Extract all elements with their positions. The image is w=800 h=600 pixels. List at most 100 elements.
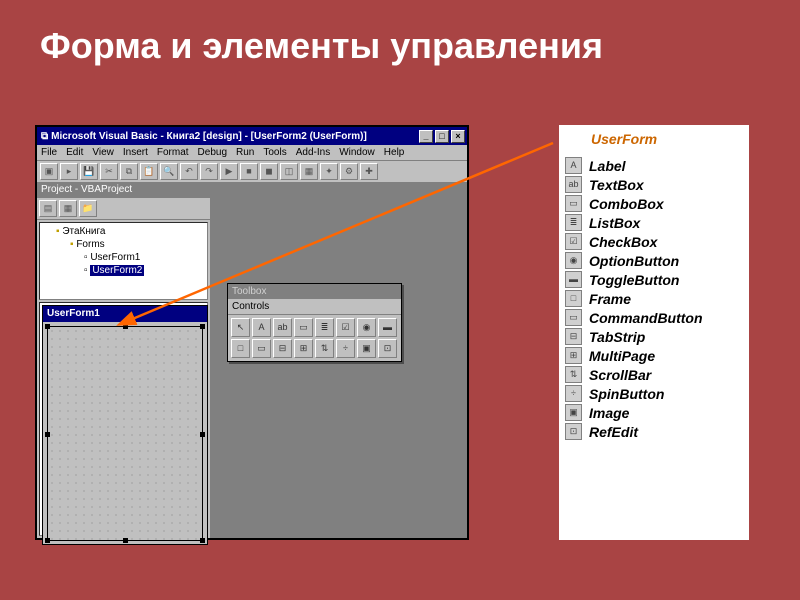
view-code-icon[interactable]: ▤ [39, 200, 57, 217]
commandbutton-icon: ▭ [565, 309, 582, 326]
toolbox-window[interactable]: Toolbox Controls ↖ A ab ▭ ≣ ☑ ◉ ▬ □ ▭ ⊟ [227, 283, 402, 362]
toolbox-optionbutton-icon[interactable]: ◉ [357, 318, 376, 337]
tool-copy-icon[interactable]: ⧉ [120, 163, 138, 180]
toolbox-textbox-icon[interactable]: ab [273, 318, 292, 337]
window-titlebar[interactable]: ⧉ Microsoft Visual Basic - Книга2 [desig… [37, 127, 467, 145]
toolbox-togglebutton-icon[interactable]: ▬ [378, 318, 397, 337]
toolbox-title[interactable]: Toolbox [228, 284, 401, 299]
control-row-textbox: abTextBox [565, 176, 741, 193]
control-label: TextBox [589, 177, 644, 193]
checkbox-icon: ☑ [565, 233, 582, 250]
project-tree: ЭтаКнига Forms ▫ UserForm1 ▫ UserForm2 [39, 222, 208, 300]
tool-cut-icon[interactable]: ✂ [100, 163, 118, 180]
close-button[interactable]: × [451, 130, 465, 143]
tool-run-icon[interactable]: ▶ [220, 163, 238, 180]
control-label: TabStrip [589, 329, 645, 345]
tool-design-icon[interactable]: ◫ [280, 163, 298, 180]
tool-redo-icon[interactable]: ↷ [200, 163, 218, 180]
tool-undo-icon[interactable]: ↶ [180, 163, 198, 180]
control-label: CommandButton [589, 310, 703, 326]
tool-object-browser-icon[interactable]: ⚙ [340, 163, 358, 180]
control-row-tabstrip: ⊟ TabStrip [565, 328, 741, 345]
control-label: OptionButton [589, 253, 679, 269]
toolbox-combobox-icon[interactable]: ▭ [294, 318, 313, 337]
control-row-label: A Label [565, 157, 741, 174]
control-row-refedit: ⊡ RefEdit [565, 423, 741, 440]
control-label: ToggleButton [589, 272, 679, 288]
toolbox-checkbox-icon[interactable]: ☑ [336, 318, 355, 337]
menu-file[interactable]: File [41, 147, 57, 158]
tool-project-icon[interactable]: ▦ [300, 163, 318, 180]
togglebutton-icon: ▬ [565, 271, 582, 288]
tree-thisworkbook[interactable]: ЭтаКнига [42, 225, 205, 238]
menu-window[interactable]: Window [339, 147, 375, 158]
menu-debug[interactable]: Debug [198, 147, 227, 158]
tool-insert-icon[interactable]: ▸ [60, 163, 78, 180]
menu-tools[interactable]: Tools [263, 147, 286, 158]
menu-view[interactable]: View [92, 147, 114, 158]
spinbutton-icon: ÷ [565, 385, 582, 402]
toolbox-tabstrip-icon[interactable]: ⊟ [273, 339, 292, 358]
control-label: CheckBox [589, 234, 657, 250]
menu-help[interactable]: Help [384, 147, 405, 158]
toolbox-scrollbar-icon[interactable]: ⇅ [315, 339, 334, 358]
window-title: Microsoft Visual Basic - Книга2 [design]… [51, 131, 419, 142]
tool-properties-icon[interactable]: ✦ [320, 163, 338, 180]
toolbox-listbox-icon[interactable]: ≣ [315, 318, 334, 337]
tool-break-icon[interactable]: ■ [240, 163, 258, 180]
tree-forms-folder[interactable]: Forms [42, 238, 205, 251]
scrollbar-icon: ⇅ [565, 366, 582, 383]
control-label: ListBox [589, 215, 640, 231]
toggle-folders-icon[interactable]: 📁 [79, 200, 97, 217]
mdi-area: Toolbox Controls ↖ A ab ▭ ≣ ☑ ◉ ▬ □ ▭ ⊟ [212, 183, 467, 538]
tabstrip-icon: ⊟ [565, 328, 582, 345]
control-label: Label [589, 158, 626, 174]
slide-title: Форма и элементы управления [0, 0, 800, 67]
refedit-icon: ⊡ [565, 423, 582, 440]
menu-run[interactable]: Run [236, 147, 254, 158]
tool-find-icon[interactable]: 🔍 [160, 163, 178, 180]
control-row-combobox: ▭ComboBox [565, 195, 741, 212]
toolbox-frame-icon[interactable]: □ [231, 339, 250, 358]
control-row-multipage: ⊞MultiPage [565, 347, 741, 364]
view-object-icon[interactable]: ▦ [59, 200, 77, 217]
image-icon: ▣ [565, 404, 582, 421]
menu-format[interactable]: Format [157, 147, 189, 158]
tree-userform2[interactable]: ▫ UserForm2 [42, 264, 205, 277]
toolbox-refedit-icon[interactable]: ⊡ [378, 339, 397, 358]
toolbox-commandbutton-icon[interactable]: ▭ [252, 339, 271, 358]
toolbar: ▣ ▸ 💾 ✂ ⧉ 📋 🔍 ↶ ↷ ▶ ■ ◼ ◫ ▦ ✦ ⚙ ✚ [37, 161, 467, 183]
project-explorer: Project - VBAProject ▤ ▦ 📁 ЭтаКнига Form… [37, 183, 212, 538]
toolbox-spinbutton-icon[interactable]: ÷ [336, 339, 355, 358]
control-label: Image [589, 405, 629, 421]
control-row-commandbutton: ▭ CommandButton [565, 309, 741, 326]
toolbox-tab-controls[interactable]: Controls [228, 299, 401, 315]
tool-toolbox-icon[interactable]: ✚ [360, 163, 378, 180]
toolbox-label-icon[interactable]: A [252, 318, 271, 337]
menu-bar: File Edit View Insert Format Debug Run T… [37, 145, 467, 161]
maximize-button[interactable]: □ [435, 130, 449, 143]
control-label: RefEdit [589, 424, 638, 440]
menu-edit[interactable]: Edit [66, 147, 83, 158]
controls-list: ALabelabTextBox▭ComboBox≣ListBox☑CheckBo… [565, 157, 741, 440]
control-label: SpinButton [589, 386, 664, 402]
tool-view-excel-icon[interactable]: ▣ [40, 163, 58, 180]
form-designer-title[interactable]: UserForm1 [43, 306, 207, 322]
tool-reset-icon[interactable]: ◼ [260, 163, 278, 180]
frame-icon: □ [565, 290, 582, 307]
toolbox-select-icon[interactable]: ↖ [231, 318, 250, 337]
tool-paste-icon[interactable]: 📋 [140, 163, 158, 180]
toolbox-multipage-icon[interactable]: ⊞ [294, 339, 313, 358]
controls-list-panel: UserForm ALabelabTextBox▭ComboBox≣ListBo… [559, 125, 749, 540]
control-label: ComboBox [589, 196, 664, 212]
control-row-spinbutton: ÷ SpinButton [565, 385, 741, 402]
tool-save-icon[interactable]: 💾 [80, 163, 98, 180]
toolbox-image-icon[interactable]: ▣ [357, 339, 376, 358]
tree-userform1[interactable]: ▫ UserForm1 [42, 251, 205, 264]
label-icon: A [565, 157, 582, 174]
menu-addins[interactable]: Add-Ins [296, 147, 330, 158]
form-canvas[interactable] [47, 326, 203, 541]
minimize-button[interactable]: _ [419, 130, 433, 143]
menu-insert[interactable]: Insert [123, 147, 148, 158]
controls-heading: UserForm [591, 131, 741, 147]
